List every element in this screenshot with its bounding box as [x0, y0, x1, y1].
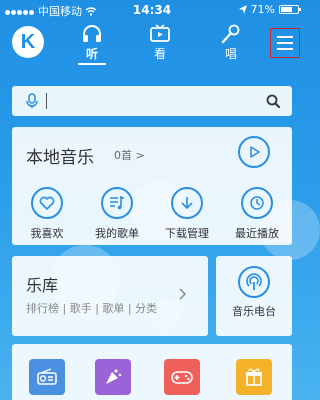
tile-gifts[interactable] [236, 359, 272, 395]
download-icon [181, 197, 193, 210]
text-cursor [46, 93, 47, 109]
play-all-button[interactable] [238, 136, 270, 168]
shortcut-downloads[interactable]: 下载管理 [152, 187, 222, 241]
tile-radio[interactable] [29, 359, 65, 395]
local-music-count: 0首 > [114, 149, 145, 162]
tile-games[interactable] [164, 359, 200, 395]
clock-icon [250, 196, 264, 210]
search-bar [12, 86, 292, 116]
top-navigation: K 听 看 唱 [0, 20, 304, 66]
library-subtitle: 排行榜 | 歌手 | 歌单 | 分类 [26, 302, 158, 315]
active-tab-indicator [78, 63, 106, 65]
radio-station-icon [246, 273, 262, 290]
location-icon [238, 5, 247, 14]
playlist-icon [110, 196, 125, 210]
shortcut-favorites-label: 我喜欢 [30, 227, 64, 240]
shortcut-recent[interactable]: 最近播放 [222, 187, 292, 241]
heart-icon [39, 196, 55, 210]
battery-icon [279, 5, 301, 14]
shortcut-playlists[interactable]: 我的歌单 [82, 187, 152, 241]
shortcut-favorites[interactable]: 我喜欢 [12, 187, 82, 241]
tab-sing[interactable]: 唱 [211, 24, 251, 62]
menu-button[interactable] [270, 28, 300, 58]
tab-listen-label: 听 [85, 47, 98, 61]
tab-watch-label: 看 [153, 47, 166, 61]
search-icon[interactable] [266, 94, 280, 108]
play-icon [250, 146, 260, 158]
radio-icon [37, 368, 57, 385]
music-library-card[interactable]: 乐库 排行榜 | 歌手 | 歌单 | 分类 [12, 256, 208, 336]
feature-tiles-card [12, 344, 292, 400]
local-music-card[interactable]: 本地音乐 0首 > 我喜欢 我的歌单 下载管理 最近播放 [12, 127, 292, 245]
voice-search-icon[interactable] [26, 93, 38, 109]
battery-percent: 71% [250, 3, 275, 16]
tab-sing-label: 唱 [224, 47, 237, 61]
status-bar: 中国移动 14:34 71% [0, 0, 304, 20]
tv-icon [150, 24, 170, 42]
tab-listen[interactable]: 听 [72, 24, 112, 65]
local-music-title: 本地音乐 [26, 148, 94, 168]
cheer-icon [106, 369, 122, 384]
shortcut-playlists-label: 我的歌单 [95, 227, 139, 240]
hamburger-menu-icon [277, 36, 293, 38]
music-radio-card[interactable]: 音乐电台 [216, 256, 292, 336]
chevron-right-icon [179, 288, 186, 300]
tile-cheer[interactable] [95, 359, 131, 395]
radio-label: 音乐电台 [232, 305, 276, 318]
gamepad-icon [171, 371, 193, 384]
microphone-icon [221, 24, 240, 44]
shortcut-downloads-label: 下载管理 [165, 227, 209, 240]
library-title: 乐库 [26, 276, 59, 295]
search-input[interactable] [51, 91, 266, 111]
tab-watch[interactable]: 看 [140, 24, 180, 62]
gift-icon [246, 368, 262, 386]
kugou-logo[interactable]: K [12, 26, 44, 58]
shortcut-recent-label: 最近播放 [235, 227, 279, 240]
headphones-icon [83, 25, 101, 42]
